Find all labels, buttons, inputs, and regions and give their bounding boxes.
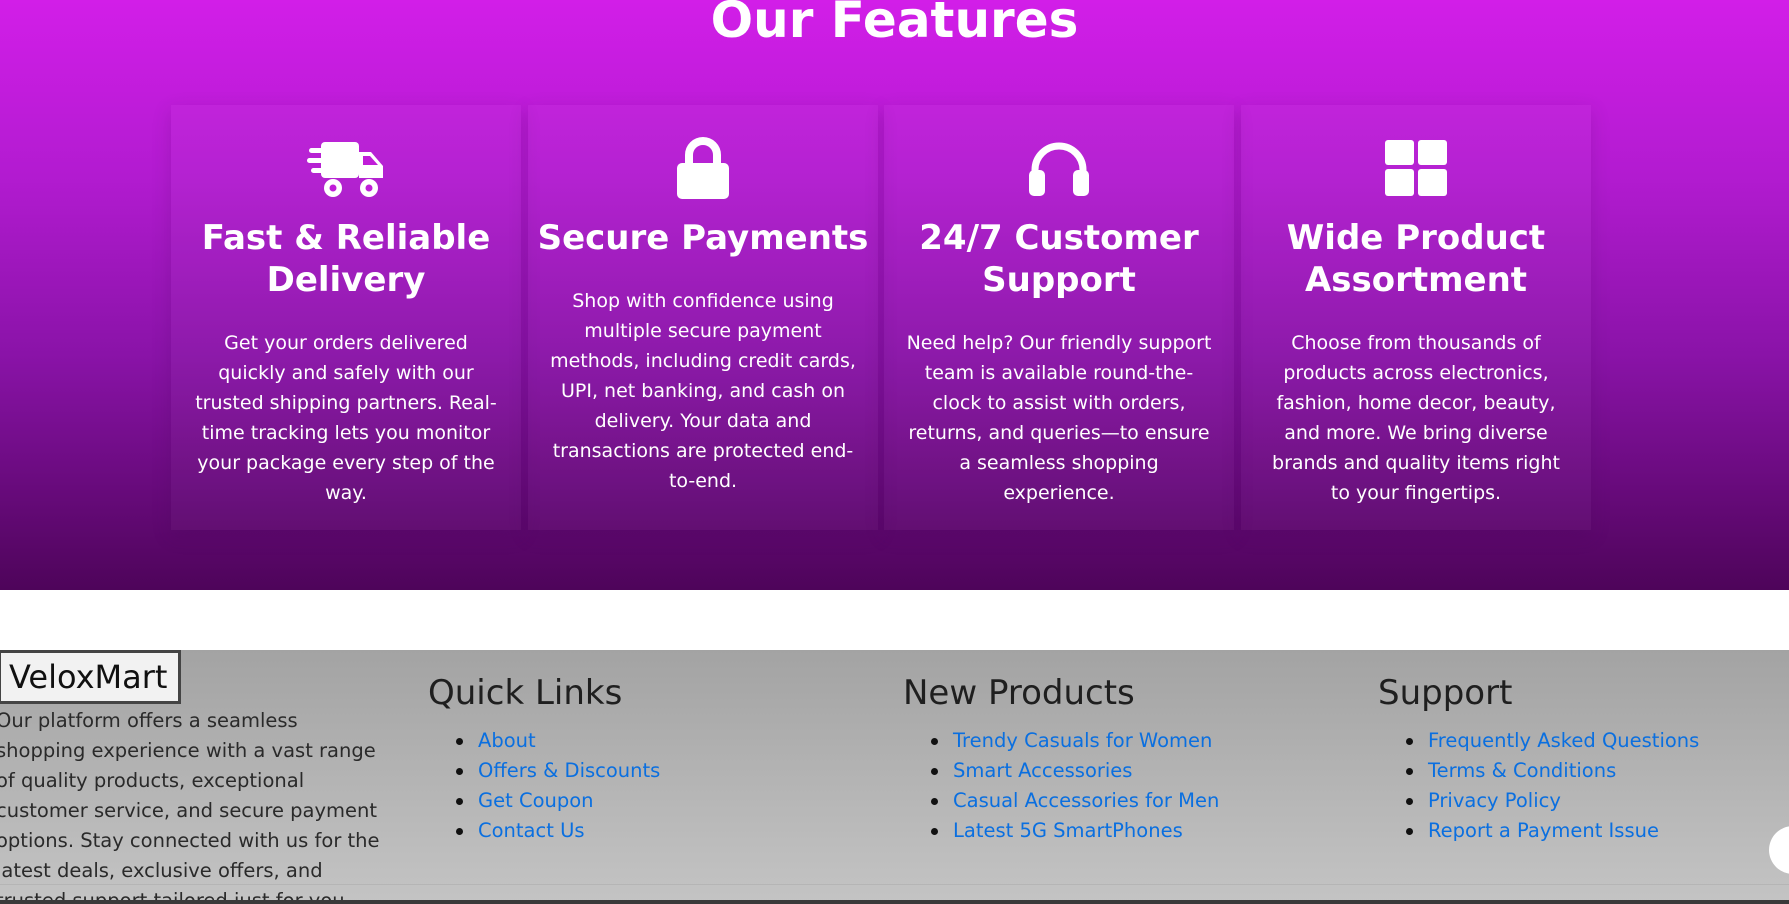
feature-card-assortment: Wide Product Assortment Choose from thou… [1241,105,1591,530]
truck-fast-icon [171,135,521,201]
page-bottom-edge [0,900,1789,904]
list-item: Get Coupon [455,786,660,816]
list-item: Casual Accessories for Men [930,786,1219,816]
feature-card-delivery: Fast & Reliable Delivery Get your orders… [171,105,521,530]
feature-title: 24/7 Customer Support [919,218,1199,300]
support-heading: Support [1378,673,1513,713]
list-item: Terms & Conditions [1405,756,1699,786]
link-get-coupon[interactable]: Get Coupon [478,789,594,812]
feature-description: Choose from thousands of products across… [1272,332,1560,504]
support-list: Frequently Asked Questions Terms & Condi… [1378,726,1699,846]
quick-links-heading: Quick Links [428,673,623,713]
list-item: Smart Accessories [930,756,1219,786]
feature-description: Shop with confidence using multiple secu… [550,290,856,492]
list-item: Offers & Discounts [455,756,660,786]
quick-links-column: Quick Links About Offers & Discounts Get… [428,672,660,846]
new-products-heading: New Products [903,673,1135,713]
new-products-list: Trendy Casuals for Women Smart Accessori… [903,726,1219,846]
link-contact-us[interactable]: Contact Us [478,819,585,842]
support-column: Support Frequently Asked Questions Terms… [1378,672,1699,846]
link-casual-accessories-men[interactable]: Casual Accessories for Men [953,789,1219,812]
link-faq[interactable]: Frequently Asked Questions [1428,729,1699,752]
lock-icon [528,135,878,201]
footer-divider [0,884,1789,885]
link-smart-accessories[interactable]: Smart Accessories [953,759,1132,782]
features-title: Our Features [710,0,1079,49]
list-item: Frequently Asked Questions [1405,726,1699,756]
link-report-payment-issue[interactable]: Report a Payment Issue [1428,819,1659,842]
feature-cards: Fast & Reliable Delivery Get your orders… [171,105,1597,530]
headphones-icon [884,135,1234,201]
feature-title: Fast & Reliable Delivery [201,218,491,300]
link-about[interactable]: About [478,729,536,752]
feature-title: Secure Payments [537,218,869,258]
list-item: About [455,726,660,756]
link-privacy-policy[interactable]: Privacy Policy [1428,789,1561,812]
list-item: Contact Us [455,816,660,846]
grid-icon [1241,135,1591,201]
list-item: Latest 5G SmartPhones [930,816,1219,846]
feature-title: Wide Product Assortment [1286,218,1546,300]
feature-card-payments: Secure Payments Shop with confidence usi… [528,105,878,530]
site-footer: VeloxMart Our platform offers a seamless… [0,650,1789,904]
list-item: Privacy Policy [1405,786,1699,816]
feature-description: Need help? Our friendly support team is … [906,332,1212,504]
link-terms-conditions[interactable]: Terms & Conditions [1428,759,1616,782]
feature-card-support: 24/7 Customer Support Need help? Our fri… [884,105,1234,530]
footer-about-text: Our platform offers a seamless shopping … [0,709,380,904]
link-latest-5g-smartphones[interactable]: Latest 5G SmartPhones [953,819,1183,842]
feature-description: Get your orders delivered quickly and sa… [195,332,497,504]
list-item: Report a Payment Issue [1405,816,1699,846]
link-trendy-casuals-women[interactable]: Trendy Casuals for Women [953,729,1212,752]
list-item: Trendy Casuals for Women [930,726,1219,756]
link-offers-discounts[interactable]: Offers & Discounts [478,759,660,782]
new-products-column: New Products Trendy Casuals for Women Sm… [903,672,1219,846]
features-section: Our Features Fast & Reliable Delivery Ge… [0,0,1789,590]
brand-logo[interactable]: VeloxMart [0,650,181,704]
quick-links-list: About Offers & Discounts Get Coupon Cont… [428,726,660,846]
